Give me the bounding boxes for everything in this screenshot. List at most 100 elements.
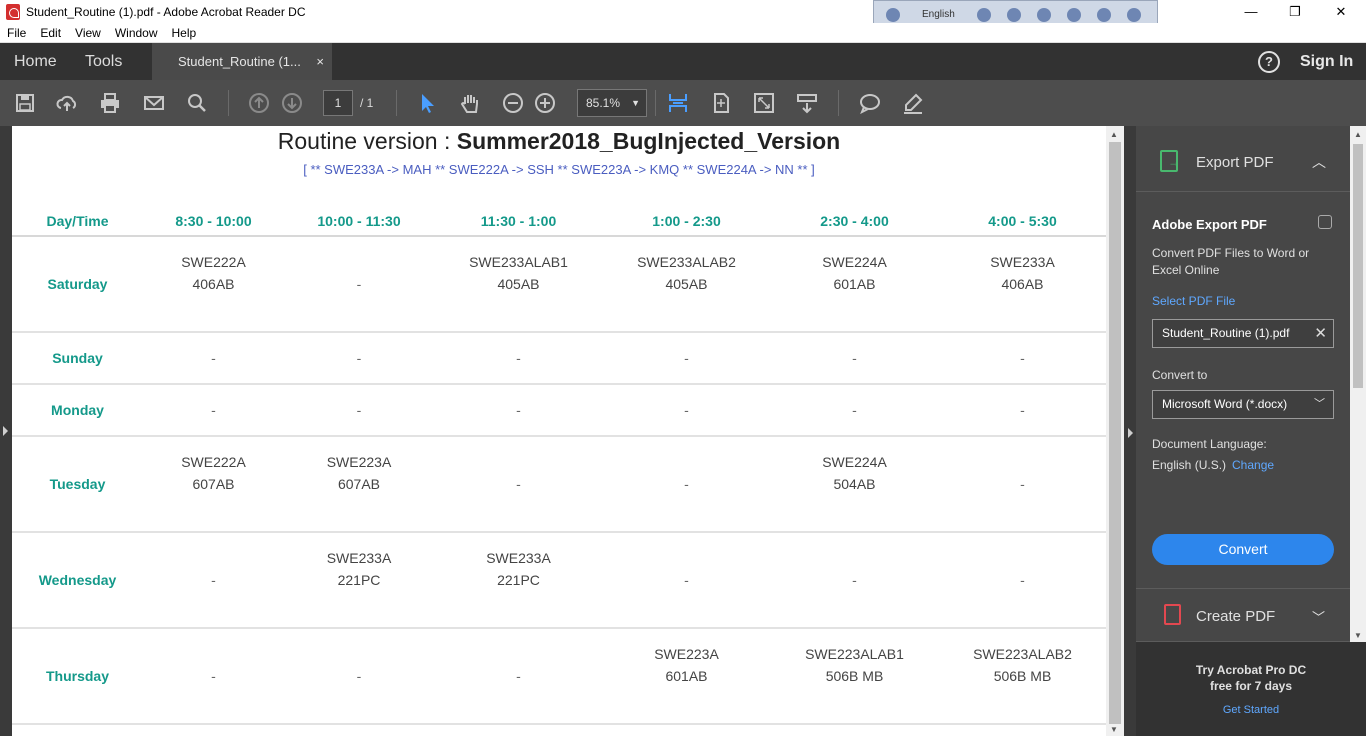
- slot-cell: -: [603, 384, 770, 437]
- scroll-down-icon[interactable]: ▼: [1110, 725, 1118, 734]
- scroll-up-icon[interactable]: ▲: [1110, 130, 1118, 139]
- document-scrollbar[interactable]: ▲ ▼: [1106, 126, 1124, 736]
- info-copy-icon[interactable]: [1318, 215, 1332, 229]
- convert-button[interactable]: Convert: [1152, 534, 1334, 565]
- keyboard-icon[interactable]: [976, 7, 991, 22]
- promo-line-1: Try Acrobat Pro DC: [1195, 663, 1307, 677]
- menu-help[interactable]: Help: [165, 26, 204, 40]
- chevron-down-icon[interactable]: ▼: [631, 90, 640, 116]
- scroll-down-icon[interactable]: ▼: [1354, 631, 1362, 640]
- course-code: SWE233A: [326, 550, 392, 566]
- select-arrow-icon[interactable]: [416, 92, 438, 114]
- full-screen-icon[interactable]: [753, 92, 775, 114]
- window-title: Student_Routine (1).pdf - Adobe Acrobat …: [26, 4, 306, 19]
- scroll-up-icon[interactable]: ▲: [1354, 130, 1362, 139]
- export-pdf-icon: [1160, 150, 1180, 172]
- zoom-level-value[interactable]: 85.1%: [586, 96, 620, 110]
- pdf-page: Routine version : Summer2018_BugInjected…: [12, 126, 1106, 736]
- slot-content: SWE233ALAB2 405AB: [603, 237, 770, 295]
- export-pdf-header[interactable]: Export PDF ︿: [1136, 126, 1350, 192]
- document-tab-label[interactable]: Student_Routine (1...: [178, 54, 301, 69]
- settings-gear-icon[interactable]: [1036, 7, 1051, 22]
- scrollbar-thumb[interactable]: [1353, 144, 1363, 388]
- slot-content: SWE223ALAB2 506B MB: [939, 629, 1106, 687]
- table-row: Thursday - - - SWE223A 601AB SWE223ALAB1 506B M…: [12, 628, 1106, 725]
- slot-cell: -: [143, 628, 284, 725]
- slot-cell: -: [284, 332, 434, 385]
- upload-cloud-icon[interactable]: [56, 92, 78, 114]
- create-pdf-header[interactable]: Create PDF ﹀: [1136, 588, 1350, 642]
- tab-tools[interactable]: Tools: [85, 43, 122, 80]
- read-mode-icon[interactable]: [796, 92, 818, 114]
- document-tab[interactable]: Student_Routine (1... ×: [152, 43, 332, 80]
- close-window-button[interactable]: ✕: [1318, 0, 1364, 23]
- zoom-level-dropdown[interactable]: 85.1% ▼: [577, 89, 647, 117]
- print-icon[interactable]: [99, 92, 121, 114]
- save-icon[interactable]: [14, 92, 36, 114]
- room-number: 601AB: [665, 668, 708, 684]
- chevron-down-icon[interactable]: ﹀: [1314, 391, 1325, 418]
- chevron-up-icon[interactable]: ︿: [1312, 152, 1326, 172]
- hand-tool-icon[interactable]: [459, 92, 481, 114]
- language-bar-handle-icon[interactable]: [886, 8, 900, 22]
- right-panel-toggle[interactable]: [1124, 126, 1136, 736]
- zoom-out-icon[interactable]: [502, 92, 524, 114]
- chevron-down-icon[interactable]: ﹀: [1312, 607, 1325, 626]
- sign-in-button[interactable]: Sign In: [1300, 43, 1353, 80]
- room-number: 405AB: [665, 276, 708, 292]
- menu-bar: File Edit View Window Help: [0, 23, 1366, 43]
- course-code: SWE233A: [990, 254, 1055, 270]
- slot-cell: SWE223A 601AB: [603, 628, 770, 725]
- day-cell: Tuesday: [12, 436, 143, 533]
- collapse-right-icon[interactable]: [1128, 428, 1133, 438]
- tools-pane: Export PDF ︿ Adobe Export PDF Convert PD…: [1136, 126, 1350, 736]
- menu-file[interactable]: File: [0, 26, 33, 40]
- comment-icon[interactable]: [859, 92, 881, 114]
- tools-pane-scrollbar[interactable]: ▲ ▼: [1350, 126, 1366, 642]
- menu-window[interactable]: Window: [108, 26, 165, 40]
- convert-format-value[interactable]: Microsoft Word (*.docx): [1162, 397, 1287, 411]
- menu-edit[interactable]: Edit: [33, 26, 68, 40]
- page-down-icon[interactable]: [281, 92, 303, 114]
- slot-cell: -: [939, 332, 1106, 385]
- slot-cell: SWE224A 601AB: [770, 236, 939, 333]
- maximize-button[interactable]: ❐: [1272, 0, 1318, 23]
- info-icon[interactable]: [1126, 7, 1141, 22]
- tab-home[interactable]: Home: [14, 43, 57, 80]
- change-language-link[interactable]: Change: [1232, 458, 1274, 472]
- course-code: SWE222A: [181, 454, 246, 470]
- course-code: SWE224A: [822, 254, 887, 270]
- select-pdf-file-link[interactable]: Select PDF File: [1152, 294, 1235, 308]
- close-tab-icon[interactable]: ×: [316, 43, 324, 80]
- scrollbar-thumb[interactable]: [1109, 142, 1121, 724]
- room-number: 601AB: [833, 276, 876, 292]
- fit-width-icon[interactable]: [667, 92, 689, 114]
- search-icon[interactable]: [186, 92, 208, 114]
- convert-format-dropdown[interactable]: Microsoft Word (*.docx) ﹀: [1152, 390, 1334, 419]
- left-panel-toggle[interactable]: [0, 126, 12, 736]
- email-icon[interactable]: [143, 92, 165, 114]
- minimize-button[interactable]: —: [1228, 0, 1274, 23]
- handwriting-icon[interactable]: [1006, 7, 1021, 22]
- page-up-icon[interactable]: [248, 92, 270, 114]
- highlight-pen-icon[interactable]: [902, 92, 924, 114]
- export-description: Convert PDF Files to Word or Excel Onlin…: [1152, 246, 1310, 277]
- menu-view[interactable]: View: [68, 26, 108, 40]
- ie-icon[interactable]: [1066, 7, 1081, 22]
- selected-file-field[interactable]: Student_Routine (1).pdf ✕: [1152, 319, 1334, 348]
- fit-page-icon[interactable]: [710, 92, 732, 114]
- help-circle-icon[interactable]: [1096, 7, 1111, 22]
- get-started-link[interactable]: Get Started: [1136, 704, 1366, 716]
- slot-cell: -: [284, 628, 434, 725]
- expand-left-icon[interactable]: [3, 426, 8, 436]
- clear-file-icon[interactable]: ✕: [1314, 320, 1327, 347]
- zoom-in-icon[interactable]: [534, 92, 556, 114]
- column-header: 10:00 - 11:30: [284, 206, 434, 237]
- help-icon[interactable]: ?: [1258, 51, 1280, 73]
- create-pdf-title[interactable]: Create PDF: [1196, 608, 1275, 625]
- language-label[interactable]: English: [922, 9, 955, 20]
- slot-cell: -: [143, 532, 284, 629]
- page-number-input[interactable]: 1: [323, 90, 353, 116]
- column-header: 11:30 - 1:00: [434, 206, 603, 237]
- export-pdf-title[interactable]: Export PDF: [1196, 154, 1274, 171]
